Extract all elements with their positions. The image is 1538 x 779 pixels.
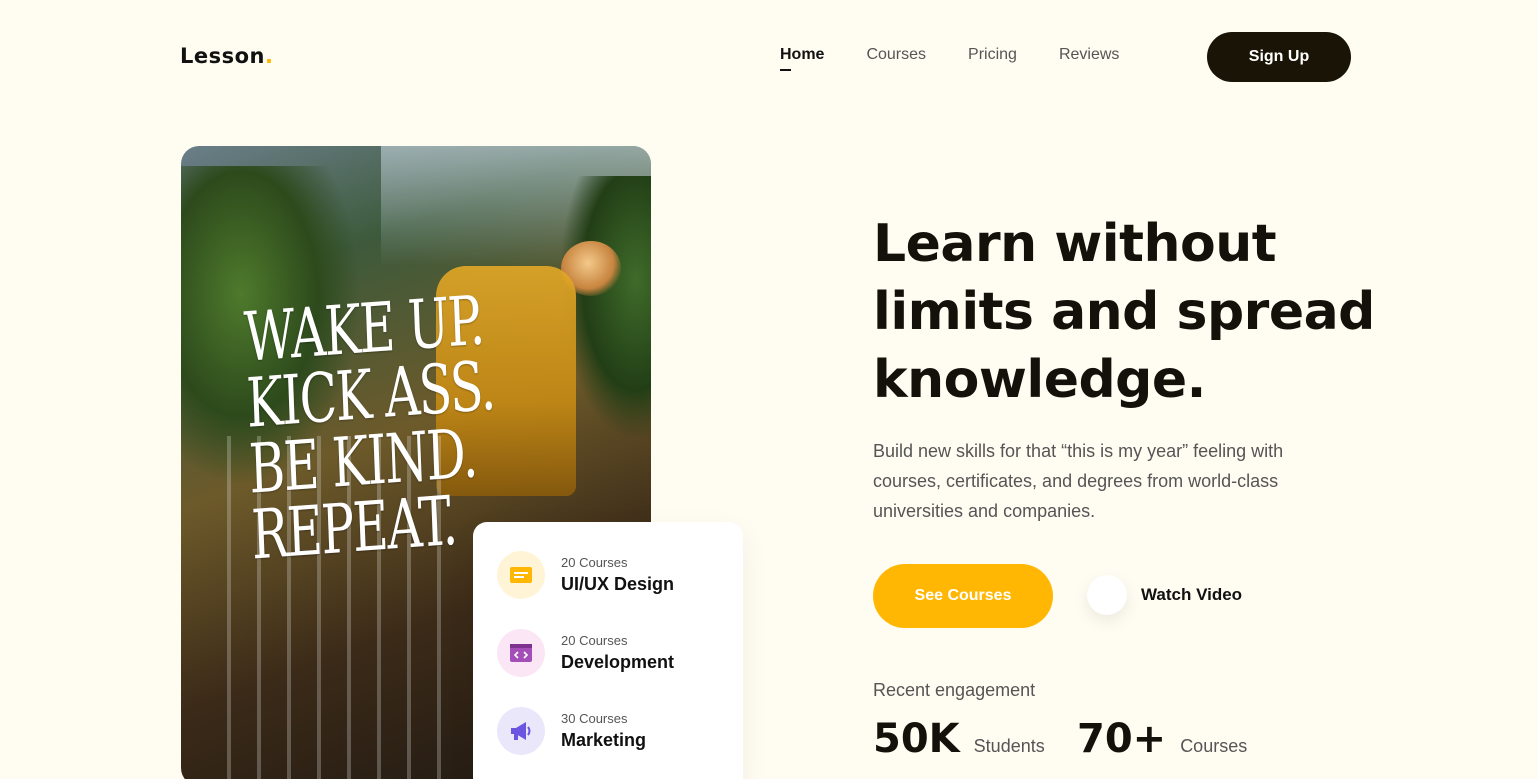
category-name: Development bbox=[561, 652, 675, 672]
stat-value: 50K bbox=[873, 716, 960, 762]
main-nav: Home Courses Pricing Reviews bbox=[780, 46, 1119, 71]
category-name: UI/UX Design bbox=[561, 574, 675, 594]
categories-card: 20 Courses UI/UX Design 20 Courses Devel… bbox=[473, 522, 743, 779]
stat-value: 70+ bbox=[1077, 716, 1167, 762]
category-marketing[interactable]: 30 Courses Marketing bbox=[497, 706, 743, 756]
stat-label: Courses bbox=[1180, 736, 1248, 756]
ui-ux-design-icon bbox=[497, 551, 545, 599]
category-count: 20 Courses bbox=[561, 633, 628, 648]
watch-video-label: Watch Video bbox=[1141, 585, 1243, 604]
category-name: Marketing bbox=[561, 730, 647, 750]
megaphone-icon bbox=[497, 707, 545, 755]
category-development[interactable]: 20 Courses Development bbox=[497, 628, 743, 678]
sign-up-button[interactable]: Sign Up bbox=[1207, 32, 1351, 82]
category-ui-ux-design[interactable]: 20 Courses UI/UX Design bbox=[497, 550, 743, 600]
nav-courses[interactable]: Courses bbox=[866, 46, 926, 64]
code-window-icon bbox=[497, 629, 545, 677]
see-courses-button[interactable]: See Courses bbox=[873, 564, 1053, 628]
stat-label: Students bbox=[973, 736, 1045, 756]
engagement-label: Recent engagement bbox=[873, 680, 1036, 700]
play-icon bbox=[1087, 575, 1127, 615]
category-count: 20 Courses bbox=[561, 555, 628, 570]
nav-pricing[interactable]: Pricing bbox=[968, 46, 1017, 64]
photo-window-lettering: WAKE UP. KICK ASS. BE KIND. REPEAT. bbox=[242, 281, 496, 576]
category-count: 30 Courses bbox=[561, 711, 628, 726]
hero-title: Learn without limits and spread knowledg… bbox=[873, 214, 1375, 410]
stat-courses: 70+ Courses bbox=[1077, 716, 1247, 762]
stat-students: 50K Students bbox=[873, 716, 1045, 762]
brand-logo[interactable]: Lesson. bbox=[180, 44, 274, 68]
nav-home[interactable]: Home bbox=[780, 46, 824, 71]
watch-video-button[interactable]: Watch Video bbox=[1087, 575, 1242, 615]
nav-reviews[interactable]: Reviews bbox=[1059, 46, 1119, 64]
hero-subtitle: Build new skills for that “this is my ye… bbox=[873, 441, 1284, 521]
